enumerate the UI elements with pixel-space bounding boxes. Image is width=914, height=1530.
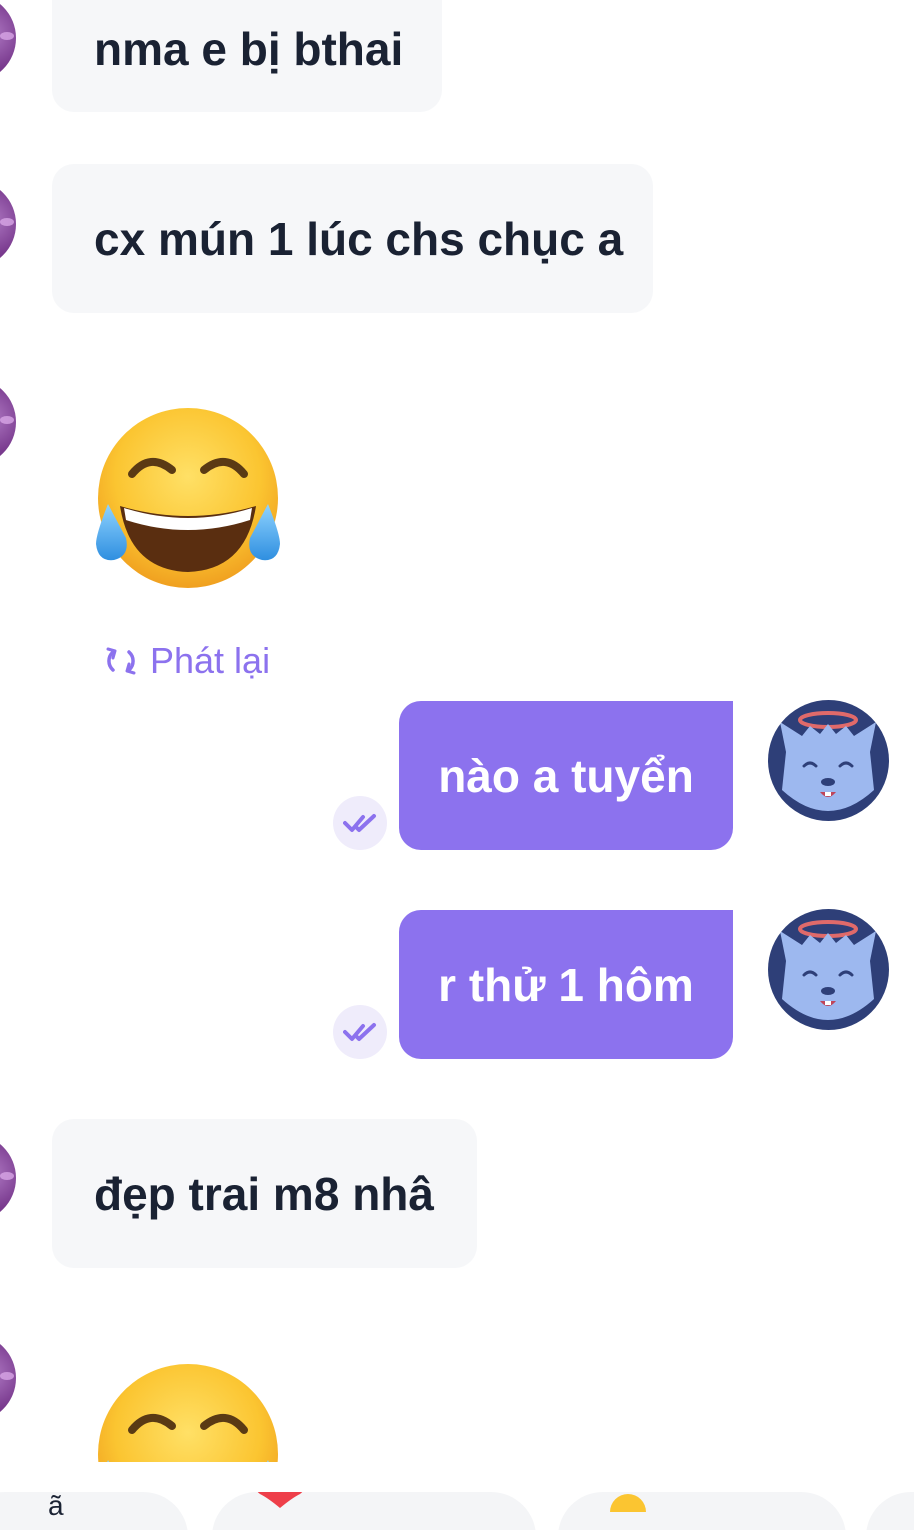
double-check-icon [343,1023,376,1041]
seen-status [333,1005,387,1059]
message-text: r thử 1 hôm [438,958,694,1011]
quick-reply-more[interactable] [866,1492,914,1530]
seen-status [333,796,387,850]
angel-monster-avatar-icon [780,920,876,1020]
quick-reply-text-label: ã [48,1492,64,1521]
quick-reply-text[interactable]: ã [0,1492,188,1530]
smile-icon [610,1494,646,1512]
outgoing-message[interactable]: r thử 1 hôm [399,910,733,1059]
message-text: nào a tuyển [438,749,694,802]
angel-monster-avatar-icon [780,711,876,811]
replay-label: Phát lại [150,640,271,681]
my-avatar[interactable] [768,909,889,1030]
replay-button[interactable]: Phát lại [104,640,270,682]
quick-reply-smile[interactable] [558,1492,846,1530]
partner-avatar[interactable] [0,1134,16,1222]
quick-reply-bar: ã [0,1462,914,1530]
incoming-message[interactable]: đẹp trai m8 nhâ [52,1119,477,1268]
message-text: cx mún 1 lúc chs chục a [94,212,624,265]
replay-icon [106,647,136,675]
quick-reply-heart[interactable] [212,1492,536,1530]
message-text: nma e bị bthai [94,23,404,75]
my-avatar[interactable] [768,700,889,821]
incoming-message[interactable]: cx mún 1 lúc chs chục a [52,164,653,313]
chat-area[interactable]: nma e bị bthai cx mún 1 lúc chs chục a P… [0,0,914,1462]
partner-avatar[interactable] [0,0,16,82]
partner-avatar[interactable] [0,1334,16,1422]
message-text: đẹp trai m8 nhâ [94,1167,434,1220]
tears-of-joy-emoji[interactable] [86,402,290,592]
tears-of-joy-emoji[interactable] [86,1358,290,1462]
partner-avatar[interactable] [0,180,16,268]
outgoing-message[interactable]: nào a tuyển [399,701,733,850]
partner-avatar[interactable] [0,378,16,466]
heart-icon [257,1492,303,1508]
incoming-message[interactable]: nma e bị bthai [52,0,442,112]
double-check-icon [343,814,376,832]
